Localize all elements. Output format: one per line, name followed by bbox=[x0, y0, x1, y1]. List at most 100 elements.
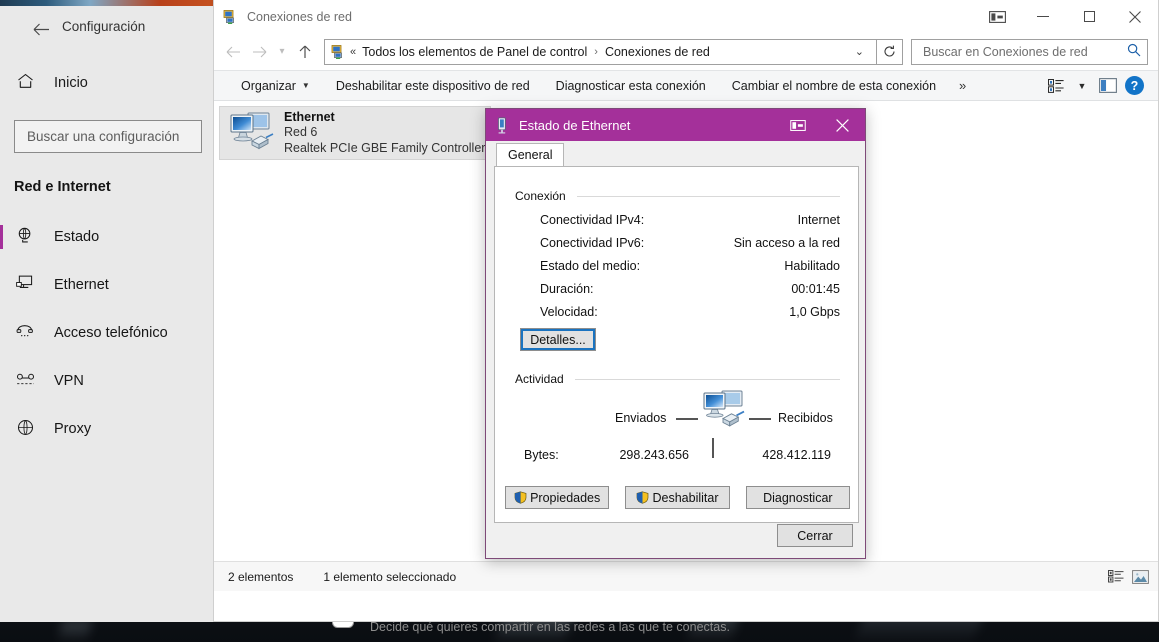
ethernet-status-icon bbox=[495, 117, 509, 134]
status-item-count: 2 elementos bbox=[228, 569, 294, 584]
sidebar-item-vpn[interactable]: VPN bbox=[0, 357, 213, 405]
task-view-icon[interactable] bbox=[775, 109, 820, 141]
close-icon[interactable] bbox=[1112, 0, 1158, 33]
breadcrumb-overflow[interactable]: « bbox=[350, 46, 356, 58]
details-view-icon[interactable] bbox=[1104, 566, 1128, 588]
connection-adapter: Realtek PCIe GBE Family Controller bbox=[284, 140, 486, 155]
command-diagnosticar-conexion[interactable]: Diagnosticar esta conexión bbox=[543, 73, 719, 98]
activity-divider bbox=[712, 438, 714, 458]
sidebar-item-acceso-telefonico[interactable]: Acceso telefónico bbox=[0, 309, 213, 357]
command-overflow-button[interactable]: » bbox=[949, 73, 976, 98]
computers-transfer-icon bbox=[701, 387, 747, 438]
table-row: Conectividad IPv6: Sin acceso a la red bbox=[540, 236, 840, 250]
table-row: Velocidad: 1,0 Gbps bbox=[540, 305, 840, 319]
network-connections-icon bbox=[330, 44, 346, 60]
row-key: Conectividad IPv6: bbox=[540, 236, 645, 250]
search-input[interactable] bbox=[921, 43, 1123, 60]
row-key: Conectividad IPv4: bbox=[540, 213, 645, 227]
row-value: 00:01:45 bbox=[791, 282, 840, 296]
dialog-window-controls bbox=[775, 109, 865, 141]
explorer-search-box[interactable] bbox=[911, 38, 1148, 65]
forward-arrow-icon[interactable] bbox=[246, 39, 272, 65]
explorer-title: Conexiones de red bbox=[247, 9, 352, 24]
help-icon[interactable]: ? bbox=[1125, 76, 1144, 95]
dialog-tabstrip: General bbox=[486, 141, 865, 166]
chevron-down-icon[interactable]: ⌄ bbox=[847, 45, 872, 58]
table-row: Conectividad IPv4: Internet bbox=[540, 213, 840, 227]
search-icon[interactable] bbox=[1127, 43, 1141, 60]
minimize-icon[interactable] bbox=[1020, 0, 1066, 33]
details-button[interactable]: Detalles... bbox=[520, 328, 596, 351]
breadcrumb-separator: › bbox=[594, 45, 598, 58]
dialog-title: Estado de Ethernet bbox=[519, 117, 631, 133]
home-icon bbox=[14, 73, 36, 94]
command-deshabilitar-dispositivo[interactable]: Deshabilitar este dispositivo de red bbox=[323, 73, 543, 98]
activity-group: Actividad Enviados Recibidos Bytes: 298.… bbox=[515, 372, 840, 472]
connection-group: Conexión Conectividad IPv4: Internet Con… bbox=[515, 189, 840, 351]
status-globe-icon bbox=[14, 227, 36, 248]
breadcrumb-item-conexiones-de-red[interactable]: Conexiones de red bbox=[605, 45, 710, 59]
row-key: Duración: bbox=[540, 282, 594, 296]
connection-name: Ethernet bbox=[284, 110, 335, 125]
back-arrow-icon[interactable] bbox=[220, 39, 246, 65]
activity-received-label: Recibidos bbox=[778, 411, 833, 425]
command-cambiar-nombre-conexion[interactable]: Cambiar el nombre de esta conexión bbox=[719, 73, 949, 98]
command-label: Organizar bbox=[241, 78, 296, 93]
window-controls bbox=[974, 0, 1158, 33]
shield-icon bbox=[514, 491, 527, 504]
explorer-status-bar: 2 elementos 1 elemento seleccionado bbox=[214, 561, 1158, 591]
cerrar-button[interactable]: Cerrar bbox=[777, 524, 853, 547]
command-organizar[interactable]: Organizar ▼ bbox=[228, 73, 323, 98]
preview-pane-icon[interactable] bbox=[1095, 74, 1121, 98]
network-connections-icon bbox=[222, 9, 238, 25]
deshabilitar-button[interactable]: Deshabilitar bbox=[625, 486, 730, 509]
chevron-down-icon: ▼ bbox=[301, 81, 310, 90]
sidebar-item-label: Acceso telefónico bbox=[54, 325, 168, 341]
refresh-icon[interactable] bbox=[877, 38, 903, 65]
button-label: Diagnosticar bbox=[763, 490, 833, 505]
connection-rows: Conectividad IPv4: Internet Conectividad… bbox=[515, 197, 840, 319]
activity-received-value: 428.412.119 bbox=[762, 448, 831, 462]
activity-line-left bbox=[676, 418, 698, 420]
dialup-phone-icon bbox=[14, 324, 36, 342]
chevron-down-icon[interactable]: ▾ bbox=[272, 39, 292, 65]
sidebar-item-label: VPN bbox=[54, 373, 84, 389]
vpn-icon bbox=[14, 373, 36, 390]
search-input[interactable] bbox=[25, 128, 191, 145]
sidebar-item-inicio[interactable]: Inicio bbox=[0, 62, 213, 104]
ethernet-icon bbox=[14, 275, 36, 295]
diagnosticar-button[interactable]: Diagnosticar bbox=[745, 486, 850, 509]
settings-search-box[interactable] bbox=[14, 120, 202, 153]
settings-background-text: Decide qué quieres compartir en las rede… bbox=[370, 620, 730, 634]
large-icons-view-icon[interactable] bbox=[1128, 566, 1152, 588]
activity-sent-value: 298.243.656 bbox=[619, 448, 689, 462]
sidebar-item-estado[interactable]: Estado bbox=[0, 213, 213, 261]
command-label: Diagnosticar esta conexión bbox=[555, 78, 706, 93]
button-label: Deshabilitar bbox=[652, 490, 719, 505]
maximize-icon[interactable] bbox=[1066, 0, 1112, 33]
list-item[interactable]: Ethernet Red 6 Realtek PCIe GBE Family C… bbox=[219, 106, 491, 160]
command-label: Deshabilitar este dispositivo de red bbox=[335, 78, 530, 93]
up-arrow-icon[interactable] bbox=[292, 39, 318, 65]
task-view-icon[interactable] bbox=[974, 0, 1020, 33]
row-value: Sin acceso a la red bbox=[733, 236, 840, 250]
tab-general[interactable]: General bbox=[496, 143, 565, 166]
chevron-down-icon[interactable]: ▼ bbox=[1069, 74, 1095, 98]
proxy-globe-icon bbox=[14, 419, 36, 440]
dialog-action-buttons: Propiedades Deshabilitar Diagnosticar bbox=[505, 486, 850, 509]
sidebar-item-ethernet[interactable]: Ethernet bbox=[0, 261, 213, 309]
settings-sidebar: Inicio Red e Internet Estado bbox=[0, 62, 213, 632]
breadcrumb[interactable]: « Todos los elementos de Panel de contro… bbox=[324, 38, 877, 65]
breadcrumb-item-panel-control[interactable]: Todos los elementos de Panel de control bbox=[362, 45, 587, 59]
button-label: Propiedades bbox=[530, 490, 601, 505]
back-arrow-icon[interactable] bbox=[28, 16, 54, 42]
command-label: Cambiar el nombre de esta conexión bbox=[731, 78, 937, 93]
settings-nav-list: Estado Ethernet Acceso telefónico VPN Pr… bbox=[0, 213, 213, 453]
close-icon[interactable] bbox=[820, 109, 865, 141]
sidebar-item-label: Inicio bbox=[54, 75, 88, 91]
row-key: Estado del medio: bbox=[540, 259, 641, 273]
view-options-icon[interactable] bbox=[1043, 74, 1069, 98]
row-value: 1,0 Gbps bbox=[789, 305, 840, 319]
sidebar-item-proxy[interactable]: Proxy bbox=[0, 405, 213, 453]
propiedades-button[interactable]: Propiedades bbox=[505, 486, 610, 509]
